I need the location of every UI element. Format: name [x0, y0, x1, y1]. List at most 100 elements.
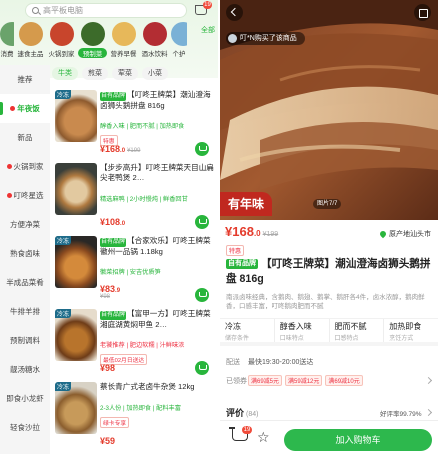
product-features: 老饕推荐 | 肥边软糯 | 汁鲜味浓: [100, 342, 185, 349]
product-price: ¥83.9 ¥98: [100, 284, 121, 300]
product-item[interactable]: 冷冻 自有品牌 【叮咚王牌菜】潮汕澄海卤狮头鹅拼盘 816g 醇香入味 | 肥而不…: [52, 86, 218, 159]
add-to-cart-icon[interactable]: [195, 142, 209, 156]
sidebar: 推荐 年夜饭 新品 火锅到家 叮咚星选 方便净菜 熟食卤味 半成品菜肴 牛排羊排…: [0, 65, 50, 454]
sidebar-item[interactable]: 推荐: [0, 65, 50, 94]
subtab[interactable]: 荤菜: [112, 67, 138, 80]
subtab-active[interactable]: 牛类: [52, 67, 78, 80]
product-item[interactable]: 冷冻 自有品牌 【富甲一方】叮咚王牌菜湘庭湖黄焖甲鱼 2… 老饕推荐 | 肥边软糯…: [52, 305, 218, 378]
product-title: 自有品牌 【合家欢乐】叮咚王牌菜徽州一品锅 1.18kg: [100, 236, 216, 266]
price-value: 168: [105, 144, 121, 154]
product-price: ¥59: [100, 436, 116, 446]
category-image: [0, 22, 14, 46]
review-rate: 好评率99.79%: [380, 411, 422, 418]
review-header[interactable]: 评价 (84): [226, 406, 258, 419]
category-item[interactable]: 消费: [0, 22, 14, 64]
product-text: 蔡长青广式老卤牛杂煲 12kg 2-3人份 | 加热即食 | 配料丰富 绿卡专享: [100, 382, 216, 430]
category-label: 营养早餐: [110, 51, 137, 58]
coupon-tag: 满59减12元: [285, 375, 323, 386]
sidebar-item[interactable]: 靓汤糖水: [0, 355, 50, 384]
original-price-value: 199: [266, 231, 279, 238]
hot-dot-icon: [6, 164, 12, 169]
sidebar-item[interactable]: 方便净菜: [0, 210, 50, 239]
delivery-text: 最快19:30-20:00送达: [248, 359, 314, 366]
coupon-row[interactable]: 已领券 满69减5元 满59减12元 满69减10元: [226, 375, 366, 386]
category-image: [171, 22, 187, 46]
attribute-label: 口感特点: [334, 336, 359, 342]
delivery-row[interactable]: 配送 最快19:30-20:00送达: [226, 357, 313, 367]
product-text: 自有品牌 【合家欢乐】叮咚王牌菜徽州一品锅 1.18kg 徽菜招牌 | 安吉优质笋: [100, 236, 216, 276]
cart-count-badge: 19: [203, 1, 212, 9]
origin-info: 原产地汕头市: [378, 229, 431, 239]
sidebar-item[interactable]: 火锅到家: [0, 152, 50, 181]
attribute-label: 口味特点: [279, 336, 304, 342]
price-value: 168: [232, 224, 254, 239]
subtab[interactable]: 小菜: [142, 67, 168, 80]
product-image: 冷冻: [55, 382, 97, 434]
favorite-star-icon[interactable]: ☆: [257, 430, 271, 444]
attribute-row: 冷冻 储存条件 醇香入味 口味特点 肥而不腻 口感特点 加热即食 烹饪方式: [220, 318, 438, 346]
share-button[interactable]: [414, 4, 431, 21]
sidebar-item[interactable]: 叮咚星选: [0, 181, 50, 210]
sidebar-item[interactable]: 牛排羊排: [0, 297, 50, 326]
sidebar-item[interactable]: 即食小龙虾: [0, 384, 50, 413]
chevron-right-icon[interactable]: [424, 408, 433, 417]
add-to-cart-button[interactable]: 加入购物车: [284, 429, 432, 451]
festive-badge: 有年味: [220, 192, 273, 216]
product-image: 冷冻: [55, 236, 97, 288]
category-label: 速食主品: [17, 51, 44, 58]
product-hero-image[interactable]: 叮*N购买了该商品 有年味 图片7/7: [220, 0, 438, 220]
product-text: 自有品牌 【叮咚王牌菜】潮汕澄海卤狮头鹅拼盘 816g 醇香入味 | 肥而不腻 |…: [100, 90, 216, 148]
category-item[interactable]: 营养早餐: [109, 22, 138, 64]
category-item[interactable]: 酒水饮料: [140, 22, 169, 64]
sidebar-item[interactable]: 轻食沙拉: [0, 413, 50, 442]
category-item-selected[interactable]: 预制菜: [78, 22, 107, 64]
category-label: 火锅到家: [48, 51, 75, 58]
original-price-value: 199: [130, 148, 141, 154]
product-image: 冷冻: [55, 309, 97, 361]
add-to-cart-icon[interactable]: [195, 215, 209, 229]
original-price: ¥199: [262, 231, 279, 238]
category-item[interactable]: 个护: [171, 22, 187, 64]
product-title: 自有品牌 【富甲一方】叮咚王牌菜湘庭湖黄焖甲鱼 2…: [100, 309, 216, 339]
all-categories-button[interactable]: 全部: [200, 26, 216, 35]
sidebar-item[interactable]: 新品: [0, 123, 50, 152]
toast-text: 叮*N购买了该商品: [240, 35, 297, 42]
chevron-right-icon[interactable]: [424, 376, 433, 385]
category-item[interactable]: 火锅到家: [47, 22, 76, 64]
product-item[interactable]: 【步步高升】叮咚王牌菜天目山扁尖老鸭煲 2… 精选麻鸭 | 2小时慢炖 | 鲜香…: [52, 159, 218, 232]
product-text: 【步步高升】叮咚王牌菜天目山扁尖老鸭煲 2… 精选麻鸭 | 2小时慢炖 | 鲜香…: [100, 163, 216, 203]
add-to-cart-icon[interactable]: [195, 288, 209, 302]
price-value: 98: [105, 363, 116, 373]
category-label: 酒水饮料: [141, 51, 168, 58]
price-value: 108: [105, 217, 121, 227]
frozen-tag: 冷冻: [55, 90, 72, 99]
avatar: [228, 34, 237, 43]
sidebar-item-label: 半成品菜肴: [6, 278, 44, 287]
category-item[interactable]: 速食主品: [16, 22, 45, 64]
sidebar-item-label: 推荐: [17, 75, 33, 84]
sidebar-item-label: 方便净菜: [10, 220, 40, 229]
price-decimal: .0: [253, 229, 261, 238]
price-value: 59: [105, 436, 116, 446]
sidebar-item[interactable]: 预制调料: [0, 326, 50, 355]
sidebar-item[interactable]: 半成品菜肴: [0, 268, 50, 297]
product-image: 冷冻: [55, 90, 97, 142]
member-badge: 绿卡专享: [100, 417, 130, 428]
frozen-tag: 冷冻: [55, 236, 72, 245]
product-price: ¥98: [100, 363, 116, 373]
product-item[interactable]: 冷冻 蔡长青广式老卤牛杂煲 12kg 2-3人份 | 加热即食 | 配料丰富 绿…: [52, 378, 218, 451]
sidebar-item-label: 叮咚星选: [13, 191, 44, 200]
cart-count-badge: 19: [242, 426, 252, 434]
original-price: ¥98: [100, 294, 111, 300]
subtab[interactable]: 煎菜: [82, 67, 108, 80]
search-bar[interactable]: 高平板电脑: [25, 3, 187, 18]
category-image: [18, 22, 43, 46]
product-features: 徽菜招牌 | 安吉优质笋: [100, 269, 161, 276]
product-item[interactable]: 冷冻 自有品牌 【合家欢乐】叮咚王牌菜徽州一品锅 1.18kg 徽菜招牌 | 安吉…: [52, 232, 218, 305]
add-to-cart-icon[interactable]: [195, 361, 209, 375]
promo-badge: 特惠: [226, 245, 245, 256]
back-button[interactable]: [226, 4, 243, 21]
sidebar-item[interactable]: 熟食卤味: [0, 239, 50, 268]
attribute-item: 冷冻 储存条件: [220, 319, 275, 342]
sidebar-item-active[interactable]: 年夜饭: [0, 94, 50, 123]
